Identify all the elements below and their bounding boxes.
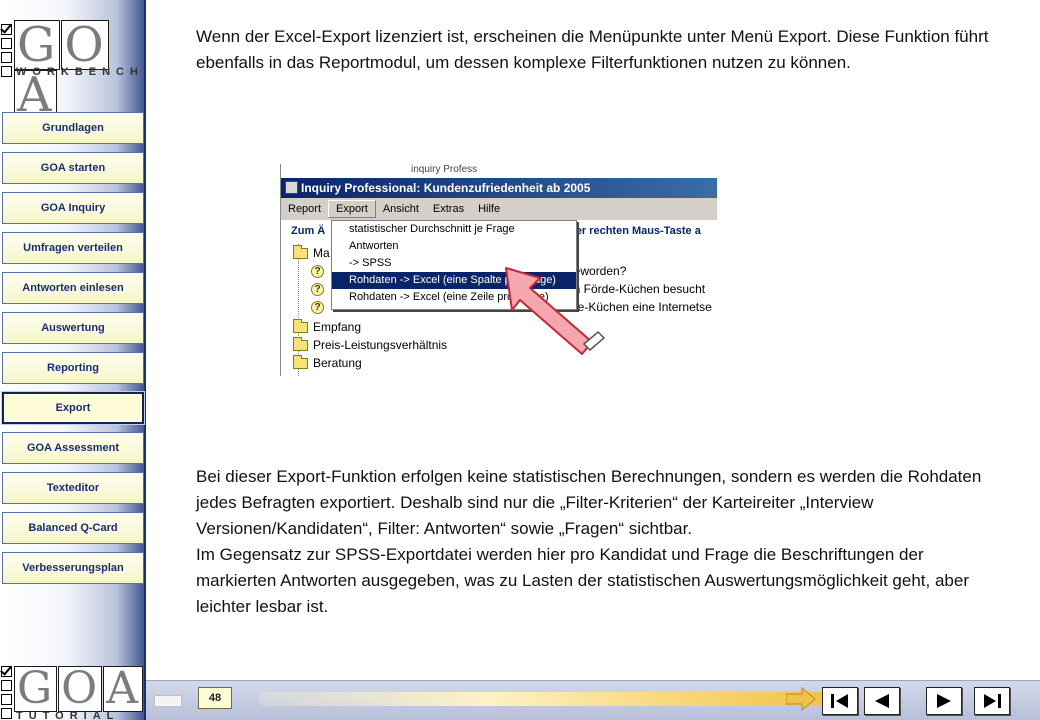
folder-icon [293,244,308,259]
tree-label: Beratung [313,356,362,370]
checkbox-icon [1,666,12,677]
detail-paragraph-2: Im Gegensatz zur SPSS-Exportdatei werden… [196,545,969,616]
previous-page-button[interactable] [864,687,900,715]
bottom-navigation-bar: 48 [146,680,1040,720]
logo-letter: G [14,20,61,70]
triangle-left-icon [875,694,889,708]
logo-letter: O [61,20,109,70]
menu-report[interactable]: Report [281,201,328,217]
question-icon: ? [311,264,324,278]
nav-grundlagen-button[interactable]: Grundlagen [2,112,144,144]
pointer-arrow-icon [505,267,606,355]
cropped-window-text: inquiry Profess [411,164,478,175]
next-page-button[interactable] [926,687,962,715]
checkbox-icon [1,694,12,705]
goa-tutorial-logo: GOA Tutorial [0,660,146,720]
folder-icon [293,336,308,351]
tree-question-row[interactable]: ? rde-Küchen eine Internetse [311,298,712,316]
application-screenshot: inquiry Profess Inquiry Professional: Ku… [280,164,717,376]
nav-auswertung-button[interactable]: Auswertung [2,312,144,344]
logo-letter: A [103,666,144,712]
checkbox-icon [1,708,12,719]
nav-antworten-einlesen-button[interactable]: Antworten einlesen [2,272,144,304]
nav-balanced-q-card-button[interactable]: Balanced Q-Card [2,512,144,544]
nav-umfragen-verteilen-button[interactable]: Umfragen verteilen [2,232,144,264]
sidebar: G OA WorkBench Grundlagen GOA starten GOA… [0,0,146,720]
tree-question-row[interactable]: ? geworden? [311,262,626,280]
folder-icon [293,318,308,333]
tree-label: Empfang [313,320,362,334]
nav-goa-starten-button[interactable]: GOA starten [2,152,144,184]
menu-bar: Report Export Ansicht Extras Hilfe [281,198,717,220]
checkbox-icon [1,680,12,691]
tree-folder-row[interactable]: Beratung [293,354,362,372]
checkbox-icon [1,38,12,49]
nav-goa-inquiry-button[interactable]: GOA Inquiry [2,192,144,224]
last-page-button[interactable] [974,687,1010,715]
intro-paragraph: Wenn der Excel-Export lizenziert ist, er… [196,27,989,72]
tree-folder-row[interactable]: Ma [293,244,330,262]
menu-ansicht[interactable]: Ansicht [376,201,426,217]
checkbox-icon [1,52,12,63]
spacer-block [154,695,182,707]
app-icon [285,181,298,194]
tree-question-row[interactable]: ? on Förde-Küchen besucht [311,280,705,298]
tree-folder-row[interactable]: Preis-Leistungsverhältnis [293,336,447,354]
logo-letter: O [58,666,103,712]
hint-left: Zum Ä [291,225,326,237]
tree-folder-row[interactable]: Empfang [293,318,361,336]
logo-letter: G [14,666,58,712]
menu-extras[interactable]: Extras [426,201,471,217]
menu-hilfe[interactable]: Hilfe [471,201,507,217]
first-page-button[interactable] [822,687,858,715]
question-icon: ? [311,282,324,296]
tree-label: Preis-Leistungsverhältnis [313,338,448,352]
window-title: Inquiry Professional: Kundenzufriedenhei… [301,181,591,195]
nav-reporting-button[interactable]: Reporting [2,352,144,384]
question-icon: ? [311,300,324,314]
goa-workbench-logo: G OA WorkBench [0,0,146,120]
logo-subtitle: WorkBench [16,66,144,78]
arrow-right-icon [786,687,816,711]
skip-first-icon [831,694,848,708]
triangle-right-icon [937,694,951,708]
page-number: 48 [198,687,232,709]
detail-text: Bei dieser Export-Funktion erfolgen kein… [196,464,996,620]
logo-subtitle: Tutorial [16,710,120,720]
detail-paragraph-1: Bei dieser Export-Funktion erfolgen kein… [196,467,982,538]
nav-verbesserungsplan-button[interactable]: Verbesserungsplan [2,552,144,584]
progress-track [258,692,828,706]
nav-texteditor-button[interactable]: Texteditor [2,472,144,504]
folder-icon [293,354,308,369]
dropdown-item-antworten[interactable]: Antworten [332,238,576,255]
checkbox-icon [1,66,12,77]
nav-goa-assessment-button[interactable]: GOA Assessment [2,432,144,464]
logo-letters: GOA [14,666,144,712]
skip-last-icon [984,694,1001,708]
window-titlebar: Inquiry Professional: Kundenzufriedenhei… [281,178,717,198]
tree-label: Ma [313,246,330,260]
hint-right: der rechten Maus-Taste a [569,225,701,237]
menu-export[interactable]: Export [328,200,376,218]
nav-export-button[interactable]: Export [1,391,145,425]
checkbox-icon [1,24,12,35]
dropdown-item-statistischer-durchschnitt[interactable]: statistischer Durchschnitt je Frage [332,221,576,238]
